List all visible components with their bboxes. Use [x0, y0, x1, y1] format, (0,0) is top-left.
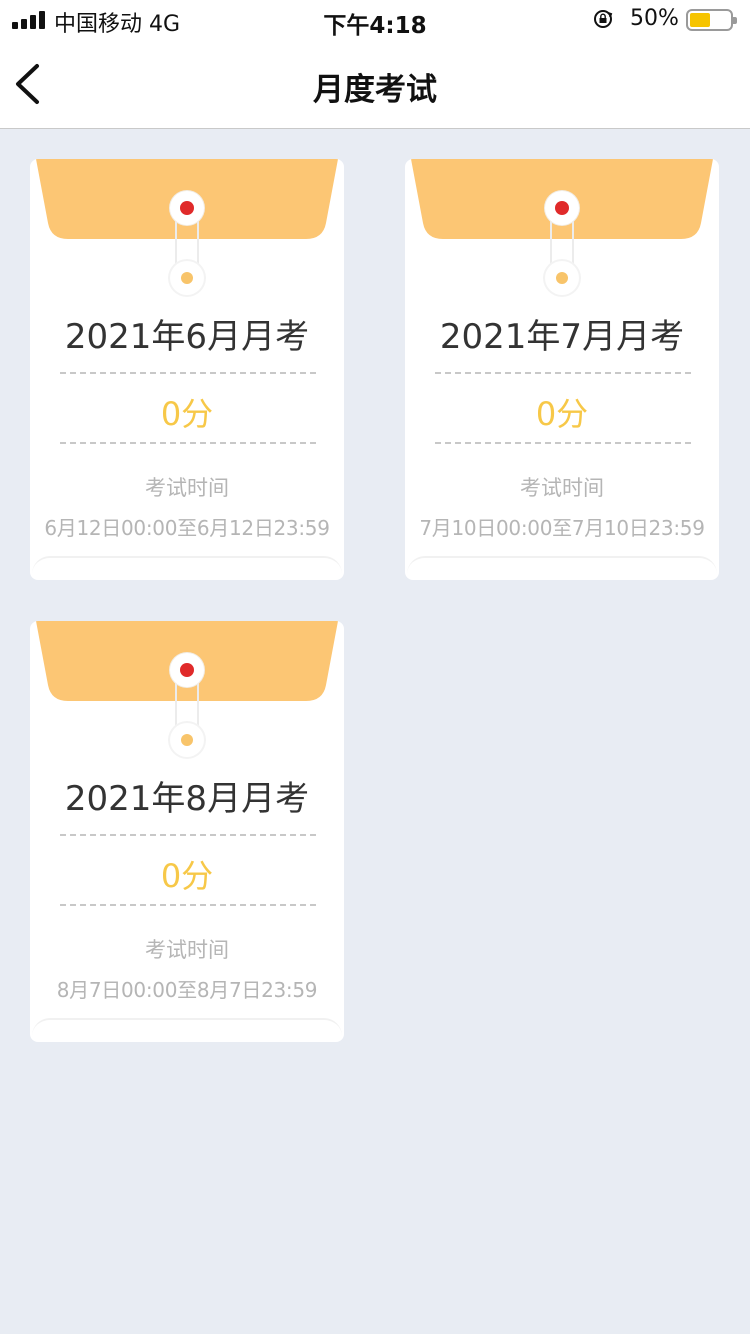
exam-time-range: 6月12日00:00至6月12日23:59: [44, 516, 330, 540]
divider: [60, 904, 316, 906]
exam-score: 0分: [160, 395, 214, 433]
battery-fill: [690, 13, 710, 27]
battery-percent: 50%: [630, 6, 679, 31]
page-title: 月度考试: [313, 72, 437, 108]
exam-title: 2021年6月月考: [64, 317, 310, 357]
exam-card[interactable]: 2021年8月月考 0分 考试时间 8月7日00:00至8月7日23:59: [30, 621, 344, 1042]
exam-score: 0分: [535, 395, 589, 433]
exam-time-label: 考试时间: [145, 938, 229, 962]
divider: [60, 372, 316, 374]
seal-pin-icon: [170, 653, 204, 687]
exam-time-range: 8月7日00:00至8月7日23:59: [56, 978, 318, 1002]
exam-time-label: 考试时间: [145, 476, 229, 500]
divider: [435, 442, 691, 444]
battery-icon: [686, 9, 737, 31]
exam-title: 2021年7月月考: [439, 317, 685, 357]
status-bar: 中国移动 4G 下午4:18 50%: [0, 0, 750, 40]
card-footer: [407, 556, 717, 580]
seal-pin-icon: [545, 191, 579, 225]
exam-time-label: 考试时间: [520, 476, 604, 500]
divider: [60, 442, 316, 444]
divider: [435, 372, 691, 374]
app-header: 中国移动 4G 下午4:18 50% 月度考试: [0, 0, 750, 129]
divider: [60, 834, 316, 836]
seal-button-icon: [170, 261, 204, 295]
seal-pin-icon: [170, 191, 204, 225]
rotation-lock-icon: [594, 10, 613, 28]
exam-card[interactable]: 2021年6月月考 0分 考试时间 6月12日00:00至6月12日23:59: [30, 159, 344, 580]
exam-card[interactable]: 2021年7月月考 0分 考试时间 7月10日00:00至7月10日23:59: [405, 159, 719, 580]
exam-score: 0分: [160, 857, 214, 895]
card-footer: [32, 1018, 342, 1042]
exam-time-range: 7月10日00:00至7月10日23:59: [419, 516, 705, 540]
seal-button-icon: [170, 723, 204, 757]
exam-title: 2021年8月月考: [64, 779, 310, 819]
seal-button-icon: [545, 261, 579, 295]
card-footer: [32, 556, 342, 580]
